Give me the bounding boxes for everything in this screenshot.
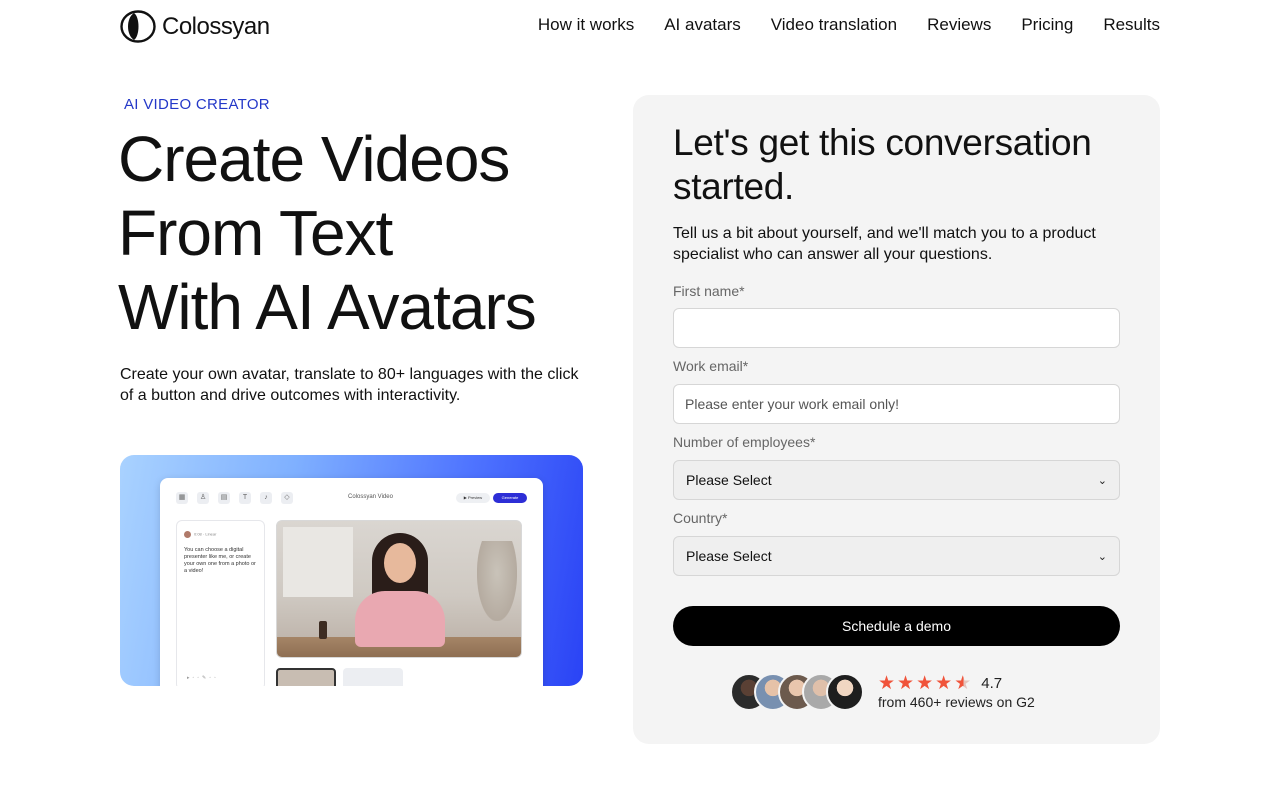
logo-text: Colossyan: [162, 12, 270, 40]
bg-plant: [477, 541, 517, 621]
hero-title-line-1: Create Videos: [118, 123, 510, 195]
app-toolbar: ▦ ♙ ▤ T ♪ ◇: [176, 492, 293, 504]
star-icon: ★: [878, 673, 896, 694]
work-email-input[interactable]: [673, 384, 1120, 424]
nav-pricing[interactable]: Pricing: [1021, 15, 1073, 35]
bg-window: [283, 527, 353, 597]
generate-button: Generate: [493, 493, 527, 503]
avatar-icon: ♙: [197, 492, 209, 504]
text-icon: T: [239, 492, 251, 504]
media-icon: ▤: [218, 492, 230, 504]
scene-thumbnail-1: [276, 668, 336, 686]
script-text: You can choose a digital presenter like …: [184, 547, 256, 574]
nav-how-it-works[interactable]: How it works: [538, 15, 634, 35]
star-icon: ★: [897, 673, 915, 694]
avatar-body: [355, 591, 445, 647]
speaker-avatar-icon: [184, 531, 191, 538]
product-preview-image: ▦ ♙ ▤ T ♪ ◇ Colossyan Video ▶ Preview Ge…: [120, 455, 583, 686]
schedule-demo-button[interactable]: Schedule a demo: [673, 606, 1120, 646]
nav-video-translation[interactable]: Video translation: [771, 15, 897, 35]
logo[interactable]: Colossyan: [120, 10, 270, 43]
avatar-video-frame: [276, 520, 522, 658]
rating-score: 4.7: [981, 675, 1003, 692]
work-email-label: Work email*: [673, 358, 749, 374]
nav-reviews[interactable]: Reviews: [927, 15, 991, 35]
hero-subtitle: Create your own avatar, translate to 80+…: [120, 366, 579, 404]
star-icon: ★: [935, 673, 953, 694]
chevron-down-icon: ⌄: [1097, 550, 1107, 563]
script-head-label: 0:08 · Linear: [194, 531, 217, 537]
first-name-input[interactable]: [673, 308, 1120, 348]
rating-stars-row: ★ ★ ★ ★ ★ 4.7: [878, 674, 1035, 693]
employees-label: Number of employees*: [673, 434, 816, 450]
script-tools-icon: ▸◦◦✎◦◦: [187, 675, 219, 681]
review-caption: from 460+ reviews on G2: [878, 694, 1035, 710]
nav-results[interactable]: Results: [1103, 15, 1160, 35]
form-description: Tell us a bit about yourself, and we'll …: [673, 225, 1096, 263]
employees-select-value: Please Select: [686, 472, 772, 488]
chevron-down-icon: ⌄: [1097, 474, 1107, 487]
scene-thumbnail-2: [343, 668, 403, 686]
star-icon: ★: [916, 673, 934, 694]
employees-select[interactable]: Please Select ⌄: [673, 460, 1120, 500]
app-title: Colossyan Video: [348, 494, 393, 500]
avatar-face: [384, 543, 416, 583]
hero-title-line-3: With AI Avatars: [118, 271, 537, 343]
hero-eyebrow: AI VIDEO CREATOR: [124, 96, 270, 113]
app-window-mockup: ▦ ♙ ▤ T ♪ ◇ Colossyan Video ▶ Preview Ge…: [160, 478, 543, 686]
script-panel: 0:08 · Linear You can choose a digital p…: [176, 520, 265, 686]
shape-icon: ◇: [281, 492, 293, 504]
g2-reviews: ★ ★ ★ ★ ★ 4.7 from 460+ reviews on G2: [730, 672, 1035, 712]
main-nav: How it works AI avatars Video translatio…: [538, 15, 1160, 35]
hero-title: Create Videos From Text With AI Avatars: [118, 122, 598, 344]
scene-thumbnails: [276, 668, 403, 686]
first-name-label: First name*: [673, 283, 745, 299]
script-head: 0:08 · Linear: [184, 531, 216, 538]
reviewer-avatars: [730, 673, 864, 711]
country-select[interactable]: Please Select ⌄: [673, 536, 1120, 576]
demo-form-card: Let's get this conversation started. Tel…: [633, 95, 1160, 744]
layout-icon: ▦: [176, 492, 188, 504]
nav-ai-avatars[interactable]: AI avatars: [664, 15, 741, 35]
country-label: Country*: [673, 510, 728, 526]
avatar: [826, 673, 864, 711]
site-header: Colossyan How it works AI avatars Video …: [0, 0, 1280, 55]
preview-button: ▶ Preview: [456, 493, 490, 503]
country-select-value: Please Select: [686, 548, 772, 564]
hero-title-line-2: From Text: [118, 197, 393, 269]
form-title: Let's get this conversation started.: [673, 122, 1092, 207]
music-icon: ♪: [260, 492, 272, 504]
rating-block: ★ ★ ★ ★ ★ 4.7 from 460+ reviews on G2: [878, 674, 1035, 710]
colossyan-logo-icon: [120, 10, 156, 43]
desk-bottle: [319, 621, 327, 639]
half-star-icon: ★: [954, 673, 972, 694]
